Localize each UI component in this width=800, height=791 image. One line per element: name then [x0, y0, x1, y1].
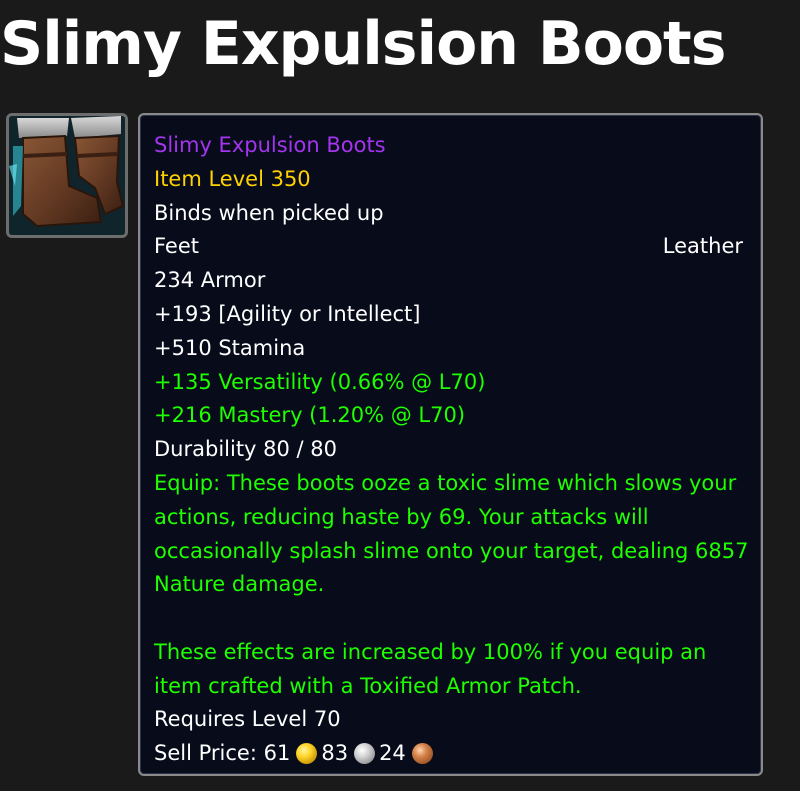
slot-text: Feet	[154, 234, 200, 258]
equip-effect-line: actions, reducing haste by 69. Your atta…	[154, 505, 649, 529]
equip-effect-line: Equip: These boots ooze a toxic slime wh…	[154, 471, 737, 495]
mastery-stat: +216 Mastery (1.20% @ L70)	[154, 403, 466, 427]
item-level: Item Level 350	[154, 167, 311, 191]
silver-amount: 83	[321, 741, 349, 765]
gold-amount: 61	[263, 741, 291, 765]
silver-coin-icon	[354, 743, 376, 764]
primary-stat: +193 [Agility or Intellect]	[154, 302, 421, 326]
item-tooltip: Slimy Expulsion Boots Item Level 350 Bin…	[138, 113, 763, 776]
required-level: Requires Level 70	[154, 707, 341, 731]
bonus-effect-line: These effects are increased by 100% if y…	[154, 640, 707, 664]
binding-text: Binds when picked up	[154, 201, 384, 225]
bonus-effect-line: item crafted with a Toxified Armor Patch…	[154, 674, 582, 698]
boots-image	[9, 116, 125, 235]
copper-coin-icon	[411, 743, 433, 764]
versatility-stat: +135 Versatility (0.66% @ L70)	[154, 370, 486, 394]
equip-effect-line: occasionally splash slime onto your targ…	[154, 539, 749, 563]
item-name: Slimy Expulsion Boots	[154, 133, 386, 157]
gold-coin-icon	[296, 743, 318, 764]
page-title: Slimy Expulsion Boots	[0, 9, 726, 79]
armor-type-text: Leather	[662, 234, 743, 258]
sell-price: Sell Price: 61 83 24	[154, 739, 743, 767]
slot-row: Feet Leather	[154, 232, 743, 260]
stamina-stat: +510 Stamina	[154, 336, 306, 360]
sell-price-label: Sell Price:	[154, 741, 257, 765]
copper-amount: 24	[379, 741, 406, 765]
durability-text: Durability 80 / 80	[154, 437, 338, 461]
armor-value: 234 Armor	[154, 268, 266, 292]
leather-boots-icon[interactable]	[6, 113, 128, 238]
equip-effect-line: Nature damage.	[154, 572, 325, 596]
